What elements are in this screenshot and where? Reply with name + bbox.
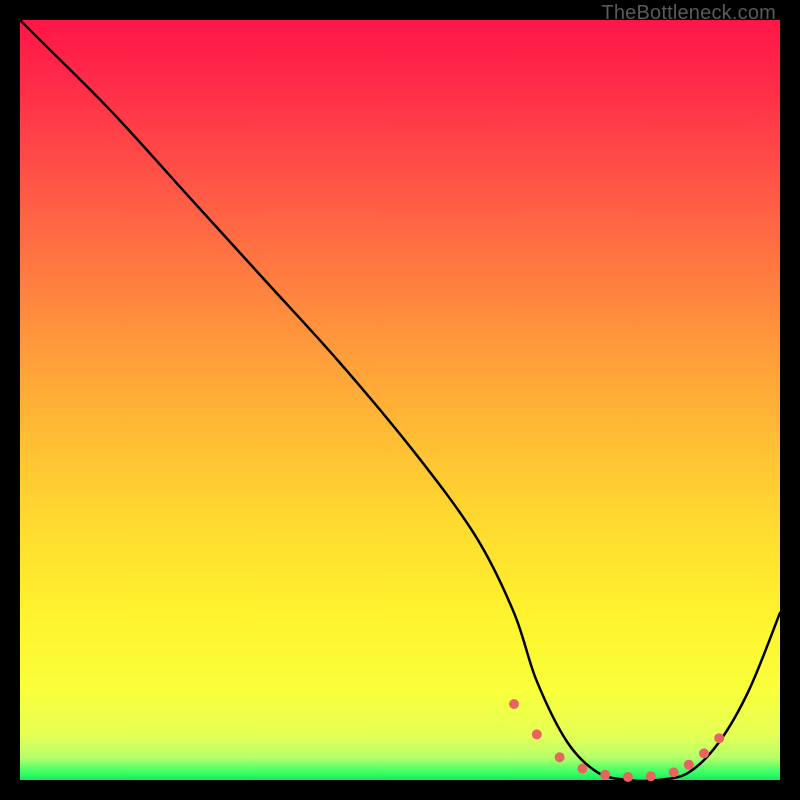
marker-dot [699, 748, 709, 758]
marker-dot [555, 752, 565, 762]
marker-dot [623, 772, 633, 782]
marker-dot [600, 770, 610, 780]
bottleneck-curve [20, 20, 780, 781]
marker-dot [714, 733, 724, 743]
marker-dot [509, 699, 519, 709]
marker-dot [577, 764, 587, 774]
marker-dot [669, 767, 679, 777]
marker-dot [532, 729, 542, 739]
marker-dot [646, 771, 656, 781]
chart-frame: TheBottleneck.com [0, 0, 800, 800]
watermark-text: TheBottleneck.com [601, 2, 776, 25]
marker-dot [684, 760, 694, 770]
chart-svg [20, 20, 780, 780]
